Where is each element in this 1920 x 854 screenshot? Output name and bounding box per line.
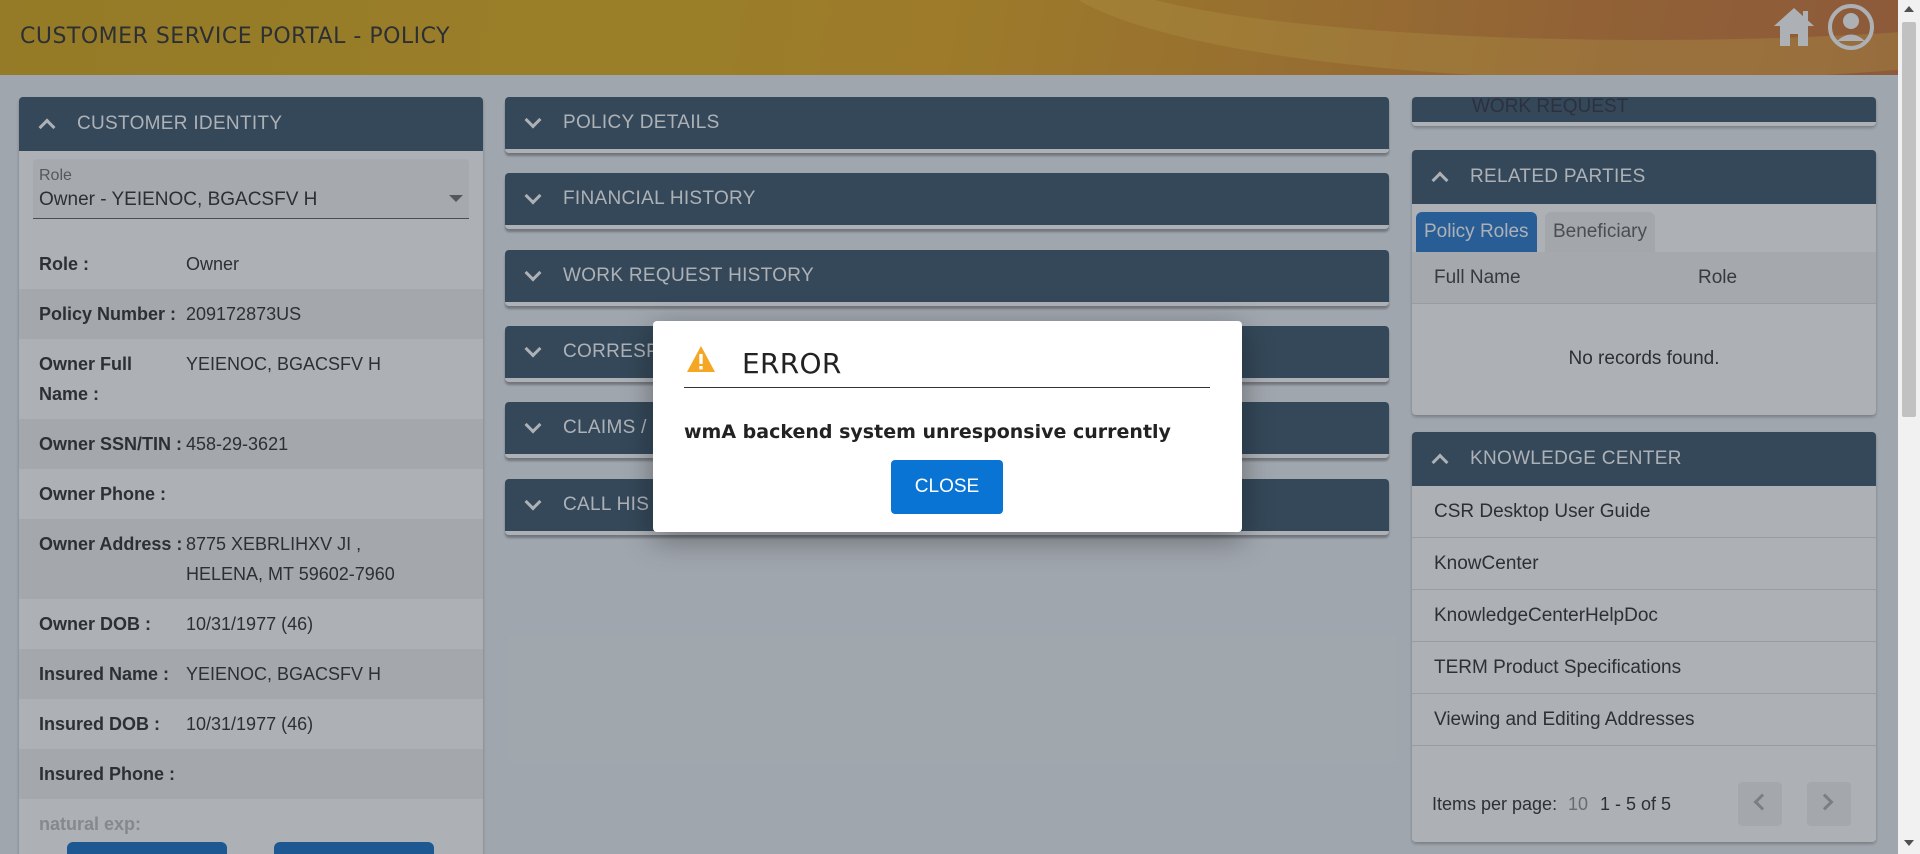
scrollbar-thumb[interactable] bbox=[1902, 22, 1916, 417]
scroll-down-icon[interactable] bbox=[1904, 840, 1914, 846]
dialog-title: ERROR bbox=[742, 347, 842, 380]
close-button[interactable]: CLOSE bbox=[891, 460, 1003, 514]
warning-icon bbox=[687, 346, 715, 372]
dialog-divider bbox=[684, 387, 1210, 388]
scroll-up-icon[interactable] bbox=[1904, 6, 1914, 12]
page-scrollbar[interactable] bbox=[1898, 0, 1920, 854]
error-dialog: ERROR wmA backend system unresponsive cu… bbox=[653, 321, 1242, 532]
dialog-message: wmA backend system unresponsive currentl… bbox=[684, 421, 1171, 443]
